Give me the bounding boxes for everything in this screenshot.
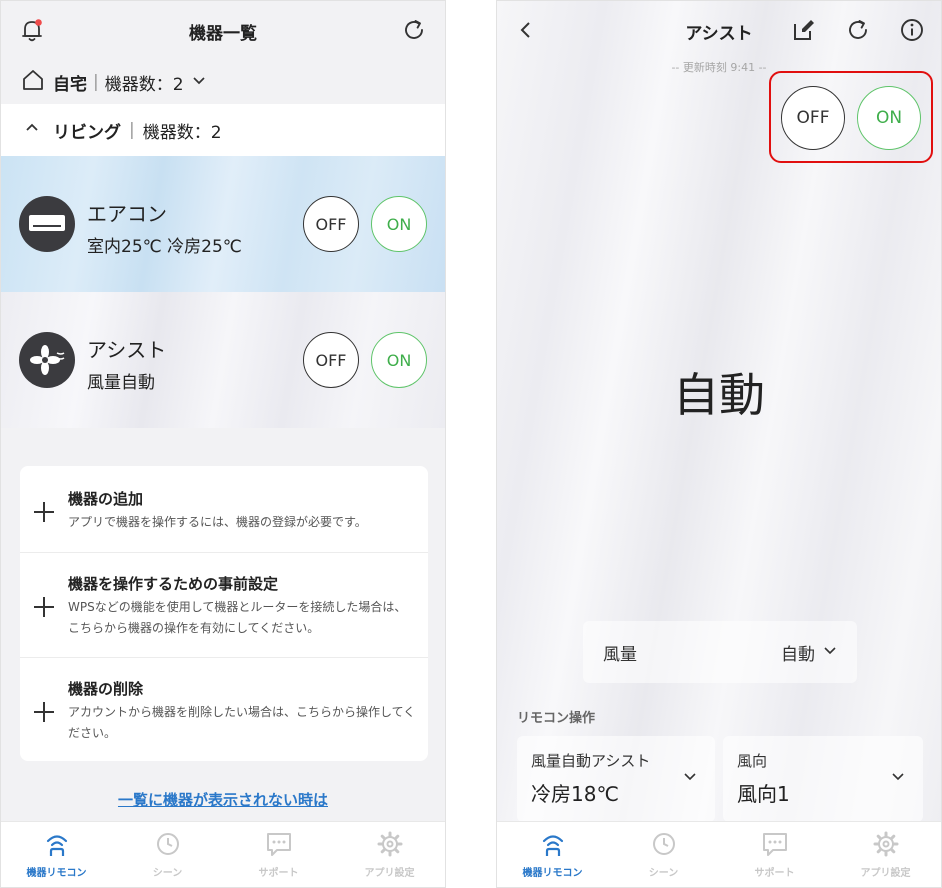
remote-operation-label: リモコン操作 <box>517 711 596 726</box>
air-conditioner-icon <box>19 196 75 252</box>
action-title: 機器の追加 <box>68 490 144 508</box>
chevron-down-icon <box>891 768 905 787</box>
wind-volume-selector[interactable]: 風量 自動 <box>583 621 857 683</box>
wind-volume-label: 風量 <box>603 644 637 665</box>
nav-label: アプリ設定 <box>364 868 415 879</box>
nav-app-settings[interactable]: アプリ設定 <box>334 822 445 887</box>
room-separator: | <box>129 120 135 140</box>
header: アシスト <box>497 1 941 59</box>
clock-icon <box>154 830 182 858</box>
clock-icon <box>650 830 678 858</box>
action-description: アプリで機器を操作するには、機器の登録が必要です。 <box>68 515 367 529</box>
nav-label: 機器リモコン <box>522 868 583 879</box>
device-card-aircon[interactable]: エアコン 室内25℃ 冷房25℃ OFF ON <box>1 156 445 292</box>
header: 機器一覧 <box>1 1 445 59</box>
info-icon[interactable] <box>897 15 927 45</box>
chevron-down-icon <box>683 768 697 787</box>
remote-card-value: 風向1 <box>737 782 790 806</box>
page-title: アシスト <box>685 24 753 44</box>
room-header-living[interactable]: リビング | 機器数：2 <box>1 104 445 156</box>
wifi-device-icon <box>43 830 71 858</box>
device-status: 風量自動 <box>87 373 155 393</box>
nav-support[interactable]: サポート <box>719 822 830 887</box>
page-title: 機器一覧 <box>189 24 257 44</box>
action-description: アカウントから機器を削除したい場合は、こちらから操作してください。 <box>68 705 416 740</box>
assist-off-button[interactable]: OFF <box>781 86 845 150</box>
device-list-screen: 機器一覧 自宅 | 機器数：2 リビング | 機器数：2 エアコン 室内25℃ … <box>0 0 446 888</box>
nav-label: サポート <box>258 868 299 879</box>
fan-icon <box>19 332 75 388</box>
action-title: 機器の削除 <box>68 680 144 698</box>
wind-direction-selector[interactable]: 風向 風向1 <box>723 736 923 822</box>
chat-icon <box>265 830 293 858</box>
chevron-up-icon <box>25 120 39 140</box>
nav-app-settings[interactable]: アプリ設定 <box>830 822 941 887</box>
device-name: エアコン <box>87 202 167 226</box>
device-card-assist[interactable]: アシスト 風量自動 OFF ON <box>1 292 445 428</box>
gear-icon <box>872 830 900 858</box>
aircon-on-button[interactable]: ON <box>371 196 427 252</box>
action-title: 機器を操作するための事前設定 <box>68 575 279 593</box>
chevron-down-icon <box>192 72 206 92</box>
nav-label: サポート <box>754 868 795 879</box>
plus-icon <box>34 702 54 722</box>
home-separator: | <box>93 72 99 92</box>
bottom-nav: 機器リモコン シーン サポート アプリ設定 <box>497 821 941 887</box>
wind-auto-assist-selector[interactable]: 風量自動アシスト 冷房18℃ <box>517 736 715 822</box>
device-status: 室内25℃ 冷房25℃ <box>87 237 242 257</box>
edit-icon[interactable] <box>789 15 819 45</box>
nav-device-remote[interactable]: 機器リモコン <box>1 822 112 887</box>
nav-label: アプリ設定 <box>860 868 911 879</box>
nav-device-remote[interactable]: 機器リモコン <box>497 822 608 887</box>
assist-on-button[interactable]: ON <box>857 86 921 150</box>
plus-icon <box>34 502 54 522</box>
chevron-down-icon <box>823 642 837 662</box>
assist-on-button[interactable]: ON <box>371 332 427 388</box>
home-device-count: 機器数：2 <box>104 74 184 95</box>
nav-scene[interactable]: シーン <box>608 822 719 887</box>
action-description: WPSなどの機能を使用して機器とルーターを接続した場合は、こちらから機器の操作を… <box>68 600 407 635</box>
nav-label: シーン <box>152 868 183 879</box>
delete-device-item[interactable]: 機器の削除 アカウントから機器を削除したい場合は、こちらから操作してください。 <box>20 658 428 761</box>
aircon-off-button[interactable]: OFF <box>303 196 359 252</box>
device-actions-card: 機器の追加 アプリで機器を操作するには、機器の登録が必要です。 機器を操作するた… <box>20 466 428 761</box>
wind-volume-value: 自動 <box>781 644 815 665</box>
wifi-device-icon <box>539 830 567 858</box>
add-device-item[interactable]: 機器の追加 アプリで機器を操作するには、機器の登録が必要です。 <box>20 466 428 552</box>
remote-card-label: 風量自動アシスト <box>531 752 651 770</box>
refresh-icon[interactable] <box>399 15 429 45</box>
home-name: 自宅 <box>53 74 87 95</box>
bottom-nav: 機器リモコン シーン サポート アプリ設定 <box>1 821 445 887</box>
nav-label: シーン <box>648 868 679 879</box>
gear-icon <box>376 830 404 858</box>
nav-support[interactable]: サポート <box>223 822 334 887</box>
nav-label: 機器リモコン <box>26 868 87 879</box>
home-selector[interactable]: 自宅 | 機器数：2 <box>21 67 206 97</box>
device-name: アシスト <box>87 338 167 362</box>
nav-scene[interactable]: シーン <box>112 822 223 887</box>
room-name: リビング <box>53 122 121 143</box>
home-icon <box>21 68 45 97</box>
remote-card-label: 風向 <box>737 752 768 770</box>
current-mode: 自動 <box>673 368 765 422</box>
plus-icon <box>34 597 54 617</box>
assist-off-button[interactable]: OFF <box>303 332 359 388</box>
chat-icon <box>761 830 789 858</box>
devices-not-shown-link[interactable]: 一覧に機器が表示されない時は <box>1 789 445 810</box>
refresh-icon[interactable] <box>843 15 873 45</box>
room-device-count: 機器数：2 <box>142 122 222 143</box>
remote-card-value: 冷房18℃ <box>531 782 619 806</box>
assist-device-screen: アシスト -- 更新時刻 9:41 -- OFF ON 自動 風量 自動 リモコ… <box>496 0 942 888</box>
pre-setup-item[interactable]: 機器を操作するための事前設定 WPSなどの機能を使用して機器とルーターを接続した… <box>20 553 428 657</box>
